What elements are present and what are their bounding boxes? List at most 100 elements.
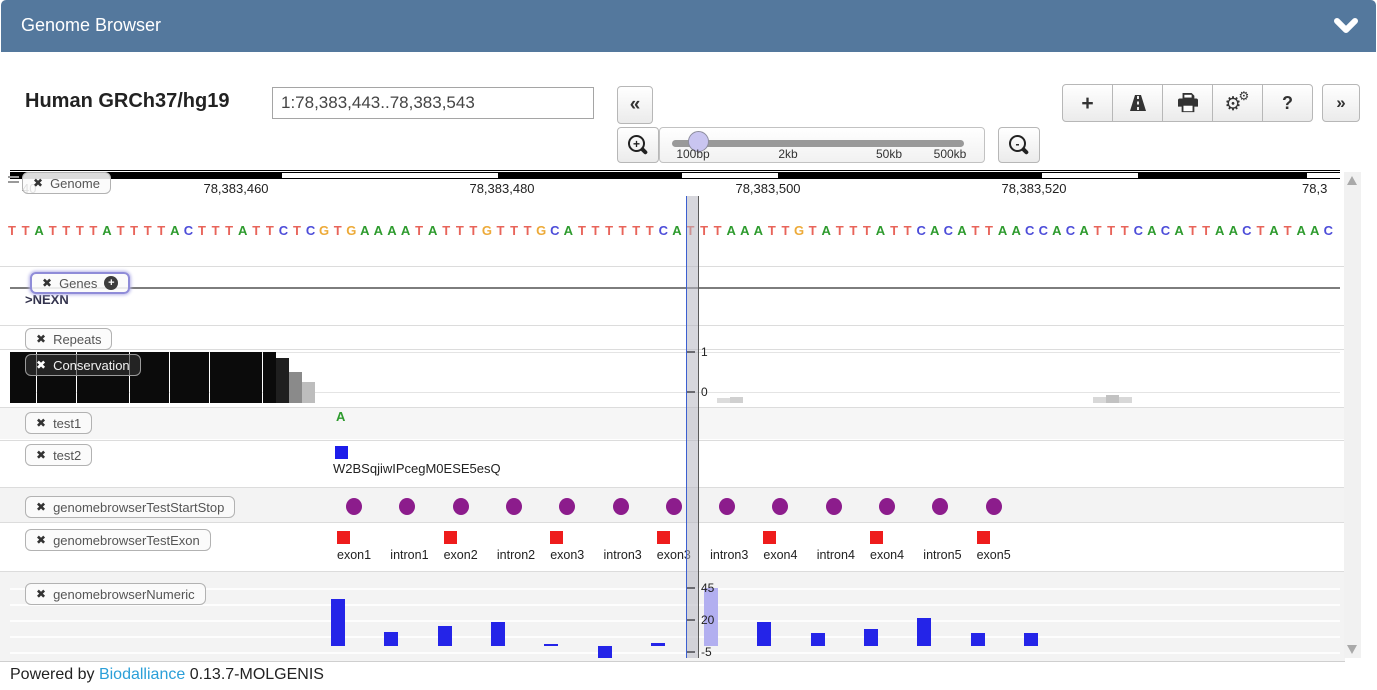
test1-feature[interactable]: A bbox=[336, 409, 345, 424]
sequence-base: A bbox=[1009, 223, 1023, 238]
track-chip-numeric[interactable]: ✖ genomebrowserNumeric bbox=[25, 583, 206, 605]
sequence-base: T bbox=[643, 223, 657, 238]
startstop-dot[interactable] bbox=[826, 498, 842, 515]
startstop-dot[interactable] bbox=[666, 498, 682, 515]
numeric-bar[interactable] bbox=[384, 632, 398, 646]
startstop-dot[interactable] bbox=[719, 498, 735, 515]
startstop-dot[interactable] bbox=[346, 498, 362, 515]
numeric-bar[interactable] bbox=[651, 643, 665, 646]
close-icon[interactable]: ✖ bbox=[36, 332, 46, 346]
numeric-bar[interactable] bbox=[438, 626, 452, 646]
close-icon[interactable]: ✖ bbox=[36, 416, 46, 430]
export-image-button[interactable] bbox=[1162, 84, 1213, 122]
track-chip-test2[interactable]: ✖ test2 bbox=[25, 444, 92, 466]
zoom-slider-track[interactable] bbox=[672, 140, 964, 147]
close-icon[interactable]: ✖ bbox=[42, 276, 52, 290]
sequence-base: A bbox=[1172, 223, 1186, 238]
add-circle-icon[interactable]: + bbox=[104, 276, 118, 290]
zoom-in-icon: + bbox=[627, 134, 649, 156]
track-chip-repeats[interactable]: ✖ Repeats bbox=[25, 328, 112, 350]
gene-body-line[interactable] bbox=[10, 287, 1340, 289]
assembly-label: Human GRCh37/hg19 bbox=[25, 90, 229, 113]
track-drag-handle[interactable] bbox=[8, 176, 19, 178]
sequence-base: T bbox=[331, 223, 345, 238]
sequence-base: A bbox=[751, 223, 765, 238]
track-chip-genome[interactable]: ✖ Genome bbox=[22, 172, 111, 194]
exon-feature-box[interactable] bbox=[550, 531, 563, 544]
close-icon[interactable]: ✖ bbox=[36, 448, 46, 462]
genome-browser-app: Genome Browser Human GRCh37/hg19 « + 100… bbox=[0, 0, 1377, 690]
settings-button[interactable]: ⚙ ⚙ bbox=[1212, 84, 1263, 122]
expand-right-label: » bbox=[1336, 93, 1345, 113]
scroll-up-arrow[interactable] bbox=[1347, 176, 1357, 185]
exon-feature-box[interactable] bbox=[444, 531, 457, 544]
startstop-dot[interactable] bbox=[506, 498, 522, 515]
gene-name-label: >NEXN bbox=[25, 292, 69, 307]
track-chip-genes[interactable]: ✖ Genes + bbox=[30, 272, 130, 294]
startstop-dot[interactable] bbox=[986, 498, 1002, 515]
biodalliance-link[interactable]: Biodalliance bbox=[99, 666, 185, 683]
sequence-base: T bbox=[1281, 223, 1295, 238]
numeric-bar[interactable] bbox=[1024, 633, 1038, 646]
sequence-base: T bbox=[507, 223, 521, 238]
add-track-button[interactable]: + bbox=[1062, 84, 1113, 122]
sequence-base: C bbox=[181, 223, 195, 238]
exon-feature-box[interactable] bbox=[337, 531, 350, 544]
sequence-base: A bbox=[32, 223, 46, 238]
expand-right-button[interactable]: » bbox=[1322, 84, 1360, 122]
startstop-dot[interactable] bbox=[613, 498, 629, 515]
conservation-bar bbox=[156, 352, 169, 403]
numeric-bar[interactable] bbox=[331, 599, 345, 646]
numeric-bar[interactable] bbox=[971, 633, 985, 646]
help-button[interactable]: ? bbox=[1262, 84, 1313, 122]
numeric-bar[interactable] bbox=[491, 622, 505, 646]
numeric-bar[interactable] bbox=[864, 629, 878, 646]
sequence-base: C bbox=[1321, 223, 1335, 238]
numeric-bar[interactable] bbox=[544, 644, 558, 646]
sequence-base: A bbox=[236, 223, 250, 238]
numeric-bar[interactable] bbox=[811, 633, 825, 646]
numeric-bar[interactable] bbox=[757, 622, 771, 646]
close-icon[interactable]: ✖ bbox=[36, 500, 46, 514]
exon-feature-box[interactable] bbox=[977, 531, 990, 544]
numeric-bar[interactable] bbox=[598, 646, 612, 658]
sequence-base: C bbox=[304, 223, 318, 238]
close-icon[interactable]: ✖ bbox=[36, 587, 46, 601]
zoom-label-2kb: 2kb bbox=[778, 147, 797, 161]
sequence-base: A bbox=[371, 223, 385, 238]
sequence-base: T bbox=[249, 223, 263, 238]
vertical-scrollbar[interactable] bbox=[1344, 172, 1361, 658]
startstop-dot[interactable] bbox=[879, 498, 895, 515]
zoom-in-button[interactable]: + bbox=[617, 127, 659, 163]
close-icon[interactable]: ✖ bbox=[33, 176, 43, 190]
scroll-down-arrow[interactable] bbox=[1347, 645, 1357, 654]
sequence-base: C bbox=[656, 223, 670, 238]
sequence-base: T bbox=[59, 223, 73, 238]
exon-feature-box[interactable] bbox=[657, 531, 670, 544]
zoom-out-button[interactable]: - bbox=[998, 127, 1040, 163]
conservation-bar bbox=[302, 382, 315, 403]
track-chip-exon[interactable]: ✖ genomebrowserTestExon bbox=[25, 529, 211, 551]
exon-feature-box[interactable] bbox=[870, 531, 883, 544]
pan-left-button[interactable]: « bbox=[617, 86, 653, 124]
numeric-bar[interactable] bbox=[917, 618, 931, 646]
track-chip-test1[interactable]: ✖ test1 bbox=[25, 412, 92, 434]
close-icon[interactable]: ✖ bbox=[36, 358, 46, 372]
track-chip-label: Genes bbox=[59, 276, 97, 291]
close-icon[interactable]: ✖ bbox=[36, 533, 46, 547]
highlight-region-button[interactable] bbox=[1112, 84, 1163, 122]
plus-icon: + bbox=[1081, 93, 1093, 114]
location-input[interactable] bbox=[272, 87, 594, 119]
startstop-dot[interactable] bbox=[453, 498, 469, 515]
track-chip-startstop[interactable]: ✖ genomebrowserTestStartStop bbox=[25, 496, 235, 518]
conservation-bar bbox=[223, 352, 236, 403]
test2-feature-box[interactable] bbox=[335, 446, 348, 459]
conservation-bar bbox=[263, 352, 276, 403]
chevron-down-icon[interactable] bbox=[1334, 18, 1358, 34]
conservation-axis-label: 1 bbox=[701, 345, 708, 359]
exon-feature-box[interactable] bbox=[763, 531, 776, 544]
numeric-gridline bbox=[10, 620, 1340, 622]
track-drag-handle[interactable] bbox=[8, 181, 19, 183]
sequence-base: T bbox=[86, 223, 100, 238]
track-chip-conservation[interactable]: ✖ Conservation bbox=[25, 354, 141, 376]
